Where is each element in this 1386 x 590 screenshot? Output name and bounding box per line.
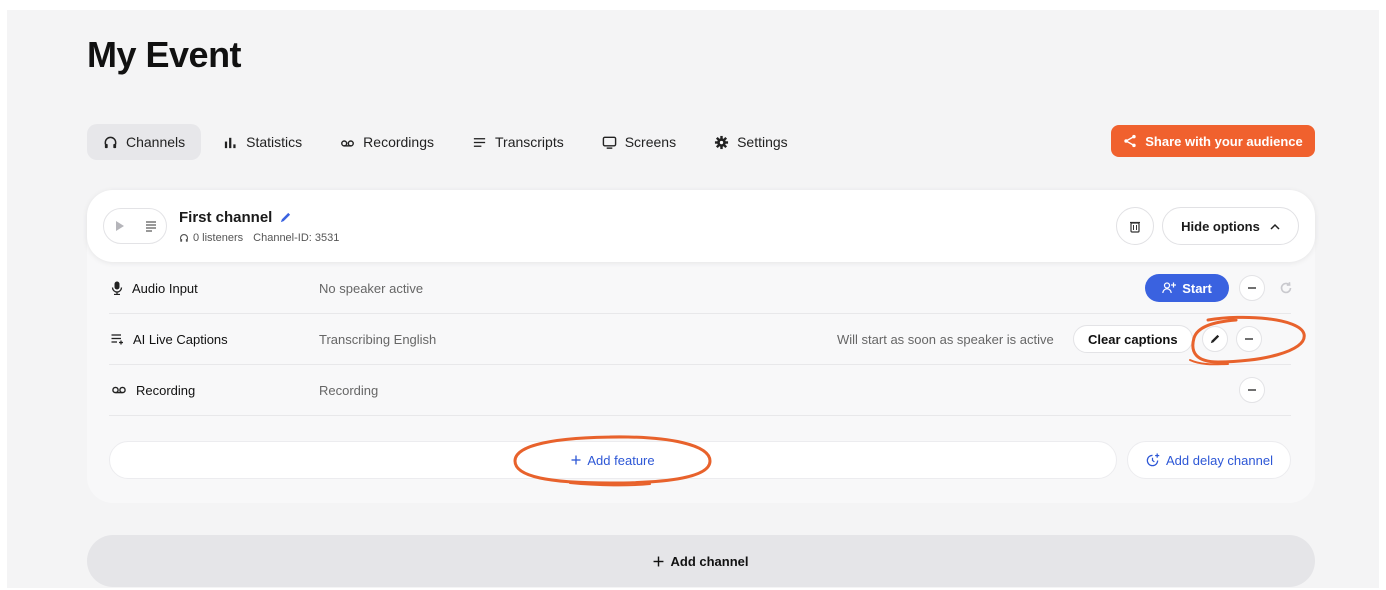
refresh-button[interactable] (1273, 275, 1299, 301)
pencil-icon[interactable] (280, 212, 291, 223)
remove-feature-button[interactable] (1239, 377, 1265, 403)
add-channel-button[interactable]: Add channel (87, 535, 1315, 587)
minus-icon (1245, 338, 1253, 340)
monitor-icon (602, 136, 617, 149)
tab-label: Screens (624, 134, 677, 150)
hide-options-button[interactable]: Hide options (1162, 207, 1299, 245)
bar-chart-icon (225, 137, 236, 148)
feature-label-text: Recording (136, 382, 196, 398)
feature-status: Transcribing English (319, 331, 437, 347)
feature-label: AI Live Captions (111, 332, 228, 347)
nav-tabs: Channels Statistics Recordings Transcrip… (87, 124, 810, 160)
share-icon (1124, 134, 1136, 148)
channel-name: First channel (179, 209, 273, 226)
tab-screens[interactable]: Screens (586, 124, 692, 160)
edit-feature-button[interactable] (1202, 326, 1228, 352)
voicemail-icon (341, 139, 355, 147)
gear-icon (715, 135, 729, 149)
transcript-view-button[interactable] (135, 209, 166, 243)
add-user-icon (1162, 282, 1177, 294)
captions-note: Will start as soon as speaker is active (837, 331, 1054, 347)
trash-icon (1130, 221, 1140, 233)
feature-row-captions: AI Live Captions Transcribing English Wi… (109, 314, 1291, 365)
start-label: Start (1182, 280, 1212, 296)
tab-label: Channels (126, 134, 186, 150)
add-feature-label: Add feature (587, 452, 655, 468)
tab-channels[interactable]: Channels (87, 124, 202, 160)
channel-meta: 0 listeners Channel-ID: 3531 (179, 232, 339, 244)
tab-label: Statistics (246, 134, 303, 150)
remove-feature-button[interactable] (1239, 275, 1265, 301)
headphones-icon (104, 136, 117, 148)
channel-name-row: First channel (179, 209, 291, 226)
start-button[interactable]: Start (1145, 274, 1229, 302)
tab-recordings[interactable]: Recordings (324, 124, 450, 160)
add-delay-channel-button[interactable]: Add delay channel (1127, 441, 1291, 479)
feature-status: Recording (319, 382, 379, 398)
tab-statistics[interactable]: Statistics (207, 124, 318, 160)
plus-icon (571, 455, 581, 465)
pencil-icon (1210, 334, 1220, 344)
clear-captions-label: Clear captions (1088, 331, 1178, 347)
feature-label-text: AI Live Captions (133, 331, 228, 347)
add-delay-label: Add delay channel (1166, 452, 1273, 468)
channel-card: First channel 0 listeners Channel-ID: 35… (87, 190, 1315, 503)
play-icon (115, 221, 124, 231)
microphone-icon (111, 281, 123, 295)
tab-label: Settings (737, 134, 788, 150)
feature-label: Recording (111, 383, 195, 398)
add-feature-button[interactable]: Add feature (109, 441, 1117, 479)
channel-id: Channel-ID: 3531 (253, 232, 340, 244)
player-controls (103, 208, 167, 244)
minus-icon (1248, 389, 1256, 391)
hide-options-label: Hide options (1181, 218, 1260, 234)
plus-icon (654, 556, 664, 566)
tab-label: Transcripts (495, 134, 564, 150)
listener-count-text: 0 listeners (193, 232, 244, 244)
play-button[interactable] (104, 209, 135, 243)
refresh-icon (1280, 282, 1292, 294)
document-lines-icon (145, 221, 156, 232)
delete-channel-button[interactable] (1116, 207, 1154, 245)
tab-label: Recordings (363, 134, 434, 150)
tab-settings[interactable]: Settings (698, 124, 804, 160)
channel-header: First channel 0 listeners Channel-ID: 35… (87, 190, 1315, 262)
listener-count: 0 listeners (179, 232, 243, 244)
feature-label-text: Audio Input (132, 280, 198, 296)
remove-feature-button[interactable] (1236, 326, 1262, 352)
feature-row-recording: Recording Recording (109, 365, 1291, 416)
feature-row-audio-input: Audio Input No speaker active Start (109, 263, 1292, 314)
clock-plus-icon (1146, 452, 1160, 466)
share-button[interactable]: Share with your audience (1111, 125, 1315, 157)
captions-icon (111, 334, 123, 345)
feature-label: Audio Input (111, 281, 198, 296)
chevron-up-icon (1270, 223, 1280, 230)
feature-status: No speaker active (319, 280, 424, 296)
lines-icon (473, 137, 486, 147)
add-channel-label: Add channel (670, 553, 749, 569)
clear-captions-button[interactable]: Clear captions (1073, 325, 1193, 353)
headphones-icon (180, 234, 188, 242)
minus-icon (1248, 287, 1256, 289)
page-title: My Event (87, 34, 242, 75)
voicemail-icon (112, 386, 126, 394)
share-label: Share with your audience (1145, 133, 1303, 149)
tab-transcripts[interactable]: Transcripts (456, 124, 580, 160)
